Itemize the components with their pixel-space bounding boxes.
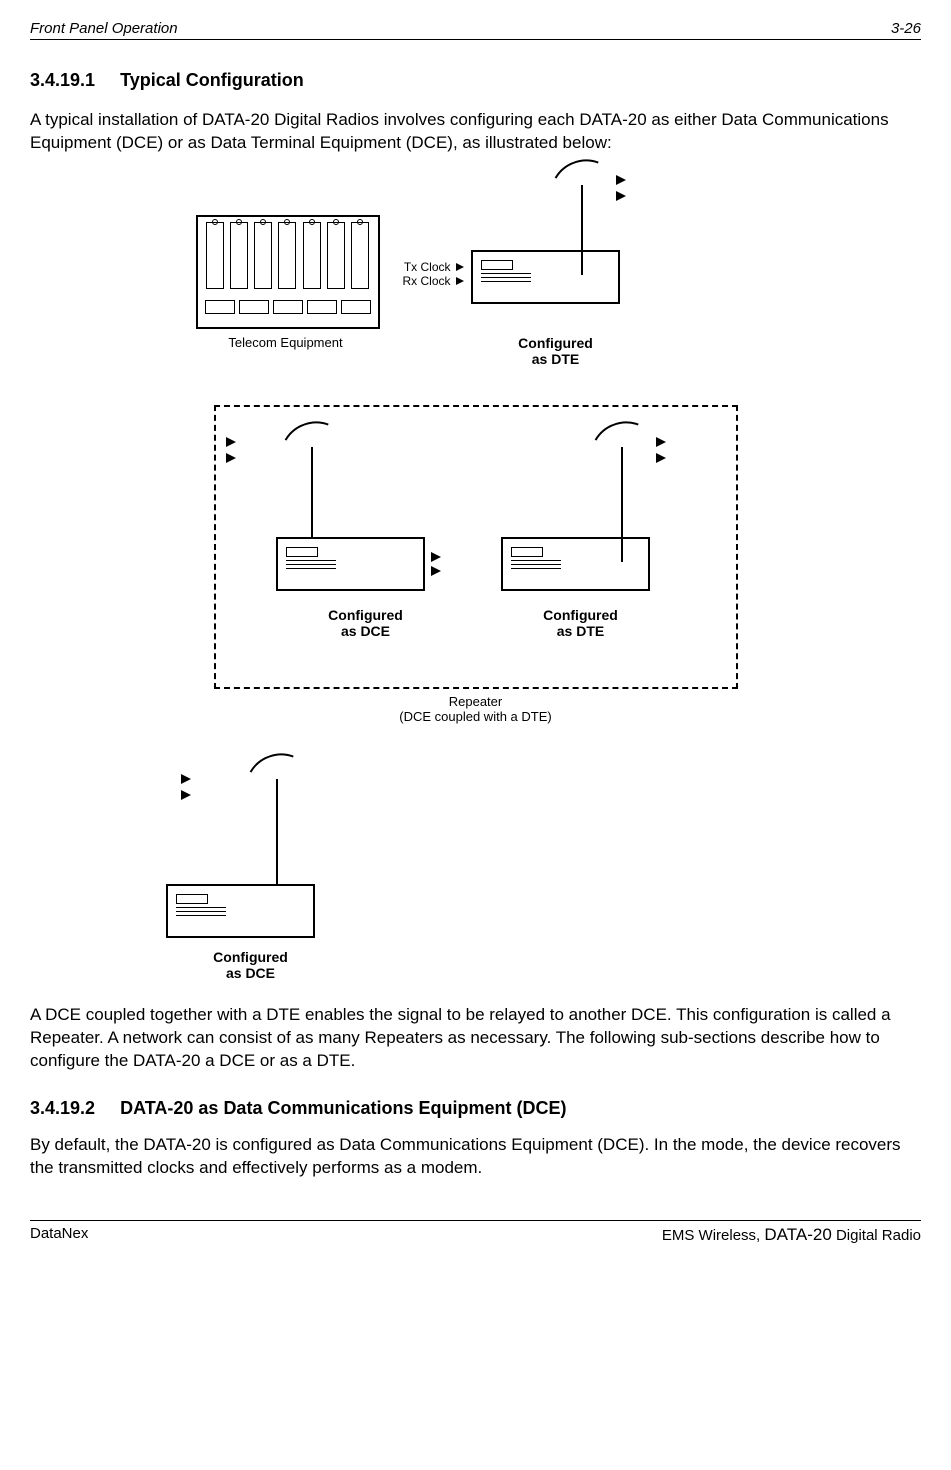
configured-dte-label: Configured as DTE <box>496 335 616 367</box>
signal-arrows-icon <box>181 774 191 806</box>
configuration-diagram: Telecom Equipment Tx Clock Rx Clock <box>166 175 786 974</box>
tx-clock-label: Tx Clock <box>391 260 451 274</box>
section-number: 3.4.19.1 <box>30 70 95 90</box>
page-footer: DataNex EMS Wireless, DATA-20 Digital Ra… <box>30 1220 921 1245</box>
link-arrows-icon <box>431 552 441 580</box>
section-heading-1: 3.4.19.1 Typical Configuration <box>30 70 921 91</box>
signal-arrows-icon <box>656 437 666 469</box>
configured-dte-label: Configured as DTE <box>526 607 636 639</box>
header-left: Front Panel Operation <box>30 20 178 37</box>
clock-arrows-icon <box>456 263 464 291</box>
telecom-equipment-icon <box>196 215 380 329</box>
paragraph-2: A DCE coupled together with a DTE enable… <box>30 1004 921 1073</box>
configured-dce-label: Configured as DCE <box>196 949 306 981</box>
clock-labels: Tx Clock Rx Clock <box>391 260 451 288</box>
configured-dce-label: Configured as DCE <box>311 607 421 639</box>
section-title: Typical Configuration <box>120 70 304 90</box>
header-right: 3-26 <box>891 20 921 37</box>
footer-right: EMS Wireless, DATA-20 Digital Radio <box>662 1225 921 1245</box>
footer-left: DataNex <box>30 1225 88 1245</box>
section-heading-2: 3.4.19.2 DATA-20 as Data Communications … <box>30 1098 921 1119</box>
radio-dce-icon <box>276 537 425 591</box>
telecom-label: Telecom Equipment <box>206 335 366 350</box>
section-number: 3.4.19.2 <box>30 1098 95 1118</box>
page-header: Front Panel Operation 3-26 <box>30 20 921 40</box>
repeater-label: Repeater (DCE coupled with a DTE) <box>166 694 786 724</box>
section2-paragraph: By default, the DATA-20 is configured as… <box>30 1134 921 1180</box>
radio-dte-icon <box>471 250 620 304</box>
rx-clock-label: Rx Clock <box>391 274 451 288</box>
section-title: DATA-20 as Data Communications Equipment… <box>120 1098 566 1118</box>
radio-dte-icon <box>501 537 650 591</box>
repeater-group: Configured as DCE Configured as DTE <box>214 405 738 689</box>
signal-arrows-icon <box>226 437 236 469</box>
signal-arrows-icon <box>616 175 626 207</box>
section1-paragraph: A typical installation of DATA-20 Digita… <box>30 109 921 155</box>
radio-dce-icon <box>166 884 315 938</box>
